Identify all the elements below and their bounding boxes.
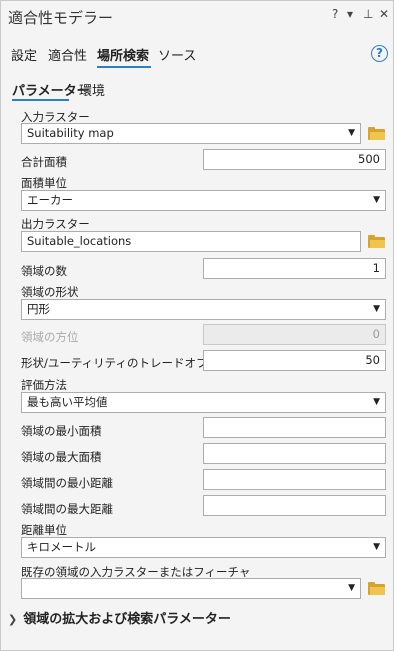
chevron-down-icon: ▼ <box>373 542 380 552</box>
min-distance-label: 領域間の最小距離 <box>21 476 113 490</box>
output-raster-label: 出力ラスター <box>21 217 90 231</box>
help-circle-icon[interactable]: ? <box>371 45 388 62</box>
area-unit-dropdown[interactable]: エーカー ▼ <box>21 190 386 211</box>
suitability-modeler-pane: 適合性モデラー ? ▾ ⊥ ✕ 設定 適合性 場所検索 ソース ? パラメーター… <box>0 0 394 651</box>
browse-folder-icon[interactable] <box>368 582 385 595</box>
total-area-label: 合計面積 <box>21 155 67 169</box>
output-raster-input[interactable]: Suitable_locations <box>21 231 361 252</box>
menu-dropdown-icon[interactable]: ▾ <box>347 7 353 21</box>
max-area-input[interactable] <box>203 443 386 464</box>
title-bar: 適合性モデラー ? ▾ ⊥ ✕ <box>1 1 394 35</box>
region-shape-dropdown[interactable]: 円形 ▼ <box>21 299 386 320</box>
input-raster-dropdown[interactable]: Suitability map ▼ <box>21 123 361 144</box>
chevron-down-icon: ▼ <box>373 304 380 314</box>
total-area-input[interactable]: 500 <box>203 149 386 170</box>
chevron-down-icon: ▼ <box>373 195 380 205</box>
close-icon[interactable]: ✕ <box>379 7 389 21</box>
shape-tradeoff-input[interactable]: 50 <box>203 350 386 371</box>
region-shape-value: 円形 <box>27 302 50 316</box>
region-shape-label: 領域の形状 <box>21 285 79 299</box>
pane-title: 適合性モデラー <box>8 9 114 27</box>
tab-settings[interactable]: 設定 <box>11 45 37 64</box>
region-count-input[interactable]: 1 <box>203 258 386 279</box>
existing-regions-dropdown[interactable]: ▼ <box>21 578 361 599</box>
chevron-down-icon: ▼ <box>373 397 380 407</box>
chevron-down-icon: ▼ <box>348 583 355 593</box>
active-tab-underline <box>97 66 151 68</box>
area-unit-label: 面積単位 <box>21 176 67 190</box>
min-area-input[interactable] <box>203 417 386 438</box>
tab-parameters[interactable]: パラメーター <box>12 80 90 99</box>
shape-tradeoff-label: 形状/ユーティリティのトレードオフ (%) <box>21 356 232 370</box>
min-area-label: 領域の最小面積 <box>21 424 102 438</box>
distance-unit-value: キロメートル <box>27 540 96 554</box>
tab-locate[interactable]: 場所検索 <box>97 45 149 64</box>
pin-icon[interactable]: ⊥ <box>363 7 373 21</box>
tab-sources[interactable]: ソース <box>158 45 196 64</box>
max-distance-label: 領域間の最大距離 <box>21 502 113 516</box>
region-orientation-label: 領域の方位 <box>21 330 79 344</box>
expander-label: 領域の拡大および検索パラメーター <box>23 612 231 627</box>
tab-environments[interactable]: 環境 <box>79 80 105 99</box>
distance-unit-label: 距離単位 <box>21 523 67 537</box>
help-icon[interactable]: ? <box>332 7 338 21</box>
evaluation-method-dropdown[interactable]: 最も高い平均値 ▼ <box>21 392 386 413</box>
evaluation-method-value: 最も高い平均値 <box>27 395 108 409</box>
area-unit-value: エーカー <box>27 193 73 207</box>
region-orientation-input: 0 <box>203 324 386 345</box>
expand-search-parameters-section[interactable]: ❯ 領域の拡大および検索パラメーター <box>8 608 231 627</box>
region-count-label: 領域の数 <box>21 264 67 278</box>
browse-folder-icon[interactable] <box>368 235 385 248</box>
min-distance-input[interactable] <box>203 469 386 490</box>
active-subtab-underline <box>12 99 69 101</box>
chevron-down-icon: ▼ <box>348 128 355 138</box>
browse-folder-icon[interactable] <box>368 127 385 140</box>
evaluation-method-label: 評価方法 <box>21 378 67 392</box>
max-area-label: 領域の最大面積 <box>21 450 102 464</box>
tab-suitability[interactable]: 適合性 <box>48 45 87 64</box>
max-distance-input[interactable] <box>203 495 386 516</box>
chevron-right-icon: ❯ <box>8 613 18 626</box>
distance-unit-dropdown[interactable]: キロメートル ▼ <box>21 537 386 558</box>
input-raster-value: Suitability map <box>27 126 114 140</box>
